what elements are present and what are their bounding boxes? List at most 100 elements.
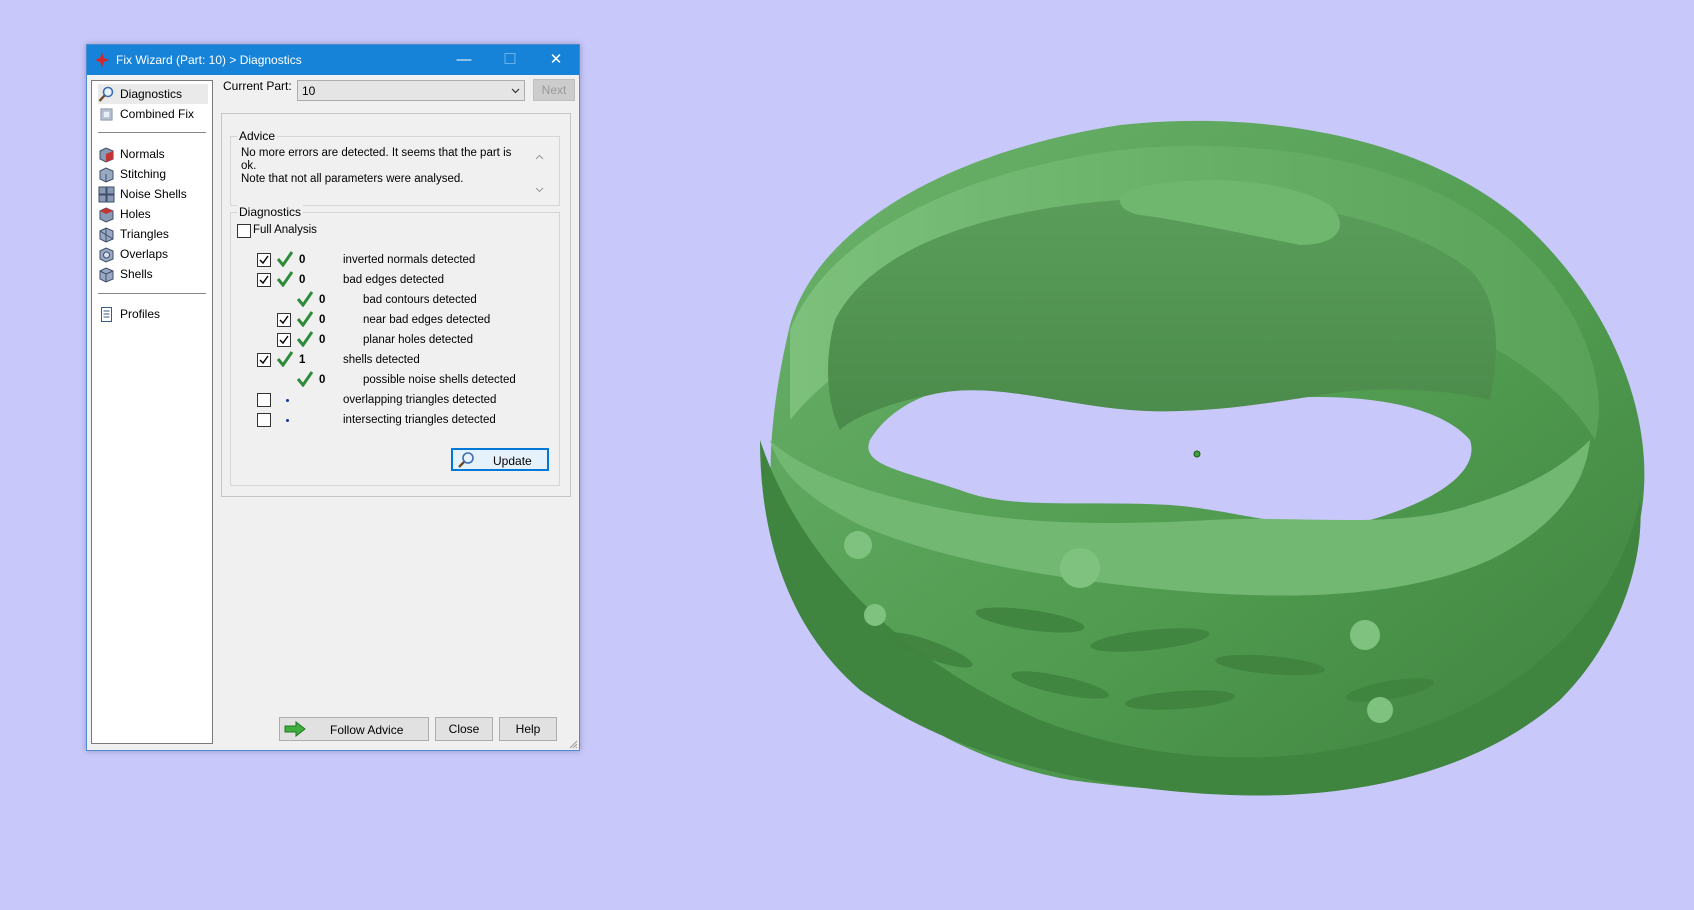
follow-advice-button[interactable]: Follow Advice [279, 717, 429, 741]
near-bad-edges-text: near bad edges detected [363, 314, 491, 326]
combined-fix-icon [100, 108, 113, 121]
sidebar-item-label: Normals [120, 147, 165, 161]
sidebar-item-label: Holes [120, 207, 151, 221]
scroll-down-arrow-icon[interactable] [535, 185, 544, 194]
bad-edges-count: 0 [299, 274, 306, 286]
checkmark-icon [279, 315, 289, 325]
sidebar-item-normals[interactable]: Normals [98, 144, 208, 164]
green-check-icon [296, 371, 314, 387]
sidebar-item-label: Diagnostics [120, 87, 183, 101]
sidebar-item-shells[interactable]: Shells [98, 264, 208, 284]
noise-shells-count: 0 [319, 374, 326, 386]
planar-holes-checkbox[interactable] [277, 333, 291, 347]
holes-cube-icon [99, 207, 114, 223]
advice-line-2: Note that not all parameters were analys… [241, 173, 464, 185]
magnifier-icon [458, 452, 474, 468]
near-bad-edges-checkbox[interactable] [277, 313, 291, 327]
shells-checkbox[interactable] [257, 353, 271, 367]
current-part-label: Current Part: [223, 79, 292, 93]
planar-holes-count: 0 [319, 334, 326, 346]
resize-grip-icon[interactable] [568, 739, 578, 749]
checkmark-icon [259, 355, 269, 365]
inverted-normals-text: inverted normals detected [343, 254, 476, 266]
maximize-button[interactable]: ☐ [487, 45, 533, 75]
sidebar-divider [98, 132, 206, 133]
sidebar-item-label: Shells [120, 267, 153, 281]
green-check-icon [296, 331, 314, 347]
sidebar-item-holes[interactable]: Holes [98, 204, 208, 224]
fix-wizard-dialog: Fix Wizard (Part: 10) > Diagnostics — ☐ … [86, 44, 580, 751]
noise-shells-text: possible noise shells detected [363, 374, 516, 386]
full-analysis-label: Full Analysis [253, 224, 317, 236]
full-analysis-checkbox[interactable] [237, 224, 251, 238]
intersecting-triangles-text: intersecting triangles detected [343, 414, 496, 426]
triangles-cube-icon [99, 227, 114, 243]
bad-edges-checkbox[interactable] [257, 273, 271, 287]
overlapping-triangles-text: overlapping triangles detected [343, 394, 497, 406]
bad-contours-text: bad contours detected [363, 294, 477, 306]
sidebar-item-triangles[interactable]: Triangles [98, 224, 208, 244]
advice-line-1: No more errors are detected. It seems th… [241, 147, 512, 172]
green-check-icon [296, 311, 314, 327]
green-check-icon [276, 271, 294, 287]
magnifier-icon [98, 86, 114, 102]
checkmark-icon [259, 275, 269, 285]
shells-cube-icon [99, 267, 114, 283]
bad-contours-count: 0 [319, 294, 326, 306]
green-check-icon [296, 291, 314, 307]
intersecting-triangles-checkbox[interactable] [257, 413, 271, 427]
chevron-down-icon [511, 88, 520, 94]
sidebar-item-label: Overlaps [120, 247, 169, 261]
stitching-cube-icon [99, 167, 114, 183]
close-button[interactable]: Close [435, 717, 493, 741]
sidebar-divider [98, 293, 206, 294]
sidebar-item-label: Triangles [120, 227, 169, 241]
sidebar-item-diagnostics[interactable]: Diagnostics [98, 84, 208, 104]
normals-cube-icon [99, 147, 114, 163]
advice-text: No more errors are detected. It seems th… [241, 147, 521, 186]
sidebar-item-combined-fix[interactable]: Combined Fix [98, 104, 208, 124]
sidebar-item-stitching[interactable]: Stitching [98, 164, 208, 184]
follow-advice-label: Follow Advice [330, 723, 404, 737]
minimize-button[interactable]: — [441, 45, 487, 75]
sidebar-item-overlaps[interactable]: Overlaps [98, 244, 208, 264]
checkmark-icon [259, 255, 269, 265]
sidebar-item-label: Noise Shells [120, 187, 187, 201]
advice-group: Advice No more errors are detected. It s… [230, 129, 560, 206]
inverted-normals-checkbox[interactable] [257, 253, 271, 267]
green-check-icon [276, 251, 294, 267]
profile-document-icon [101, 307, 112, 322]
noise-shells-cube-icon [98, 186, 115, 203]
overlapping-triangles-checkbox[interactable] [257, 393, 271, 407]
checkmark-icon [279, 335, 289, 345]
update-label: Update [493, 454, 532, 468]
title-bar[interactable]: Fix Wizard (Part: 10) > Diagnostics — ☐ … [87, 45, 579, 75]
update-button[interactable]: Update [451, 448, 549, 471]
not-analysed-dot-icon [286, 419, 289, 422]
sidebar-item-label: Combined Fix [120, 107, 195, 121]
planar-holes-text: planar holes detected [363, 334, 473, 346]
next-button[interactable]: Next [533, 79, 575, 101]
bad-edges-text: bad edges detected [343, 274, 445, 286]
close-window-button[interactable]: ✕ [533, 45, 579, 75]
diagnostics-heading: Diagnostics [237, 205, 304, 219]
advice-heading: Advice [237, 129, 278, 143]
not-analysed-dot-icon [286, 399, 289, 402]
app-logo-icon [95, 53, 109, 67]
near-bad-edges-count: 0 [319, 314, 326, 326]
sidebar-item-noise-shells[interactable]: Noise Shells [98, 184, 208, 204]
sidebar-item-label: Stitching [120, 167, 167, 181]
sidebar: Diagnostics Combined Fix Normals Stitchi… [91, 80, 213, 744]
current-part-select[interactable]: 10 [297, 80, 525, 101]
sidebar-item-label: Profiles [120, 307, 161, 321]
overlaps-cube-icon [99, 247, 114, 263]
sidebar-item-profiles[interactable]: Profiles [98, 304, 208, 324]
scroll-up-arrow-icon[interactable] [535, 153, 544, 162]
window-title: Fix Wizard (Part: 10) > Diagnostics [116, 53, 302, 67]
shells-count: 1 [299, 354, 306, 366]
help-button[interactable]: Help [499, 717, 557, 741]
current-part-value: 10 [302, 84, 316, 98]
green-arrow-right-icon [284, 721, 306, 737]
inverted-normals-count: 0 [299, 254, 306, 266]
shells-text: shells detected [343, 354, 420, 366]
